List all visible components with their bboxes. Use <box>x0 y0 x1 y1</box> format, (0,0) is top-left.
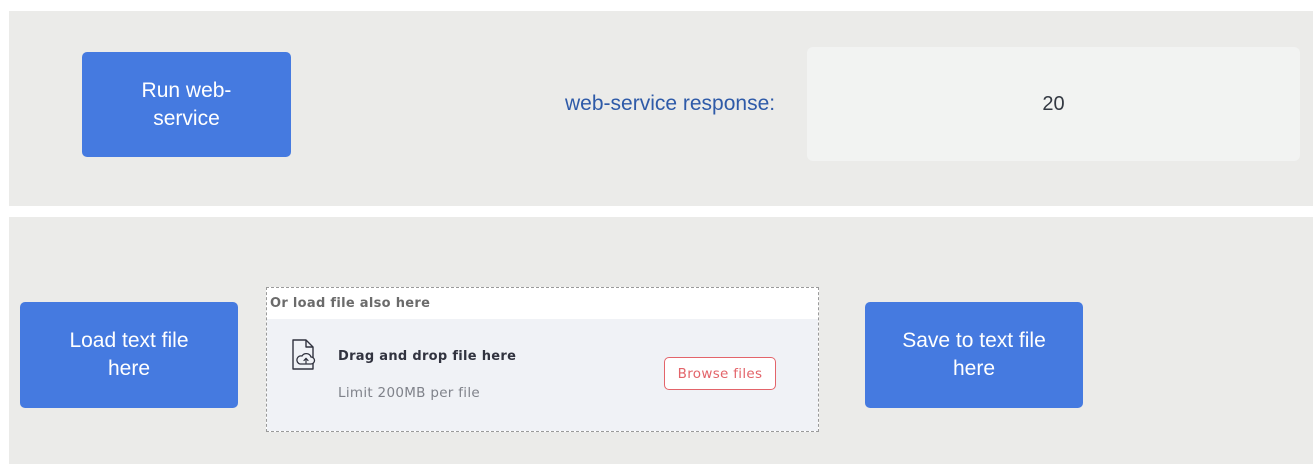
dropzone-title: Drag and drop file here <box>338 349 517 364</box>
run-webservice-button[interactable]: Run web-service <box>82 52 291 157</box>
response-label: web-service response: <box>565 92 776 115</box>
browse-files-button[interactable]: Browse files <box>664 357 776 390</box>
file-dropzone[interactable]: Drag and drop file here Limit 200MB per … <box>267 319 818 431</box>
response-value: 20 <box>1042 92 1065 115</box>
save-text-file-button-label: Save to text file here <box>902 329 1046 380</box>
response-output: 20 <box>807 47 1300 161</box>
run-webservice-button-label: Run web-service <box>141 78 232 130</box>
load-text-file-button-label: Load text file here <box>69 329 189 380</box>
save-text-file-button[interactable]: Save to text file here <box>865 302 1083 408</box>
file-upload-icon <box>292 339 316 370</box>
uploader-label: Or load file also here <box>270 296 431 311</box>
dropzone-limit-text: Limit 200MB per file <box>338 385 481 401</box>
browse-files-button-label: Browse files <box>677 365 763 382</box>
file-uploader: Or load file also here Drag and drop fil… <box>266 287 819 432</box>
load-text-file-button[interactable]: Load text file here <box>20 302 238 408</box>
